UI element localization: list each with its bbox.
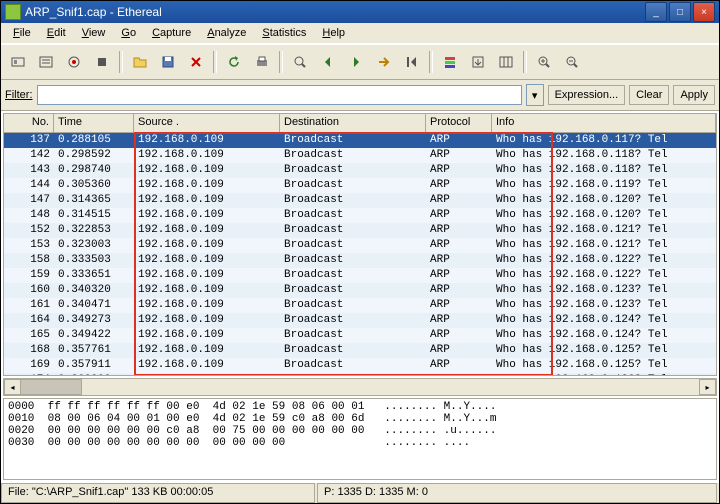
open-icon[interactable] [127, 49, 153, 75]
col-no[interactable]: No. [4, 114, 54, 132]
scroll-right-icon[interactable]: ▸ [699, 379, 716, 395]
col-info[interactable]: Info [492, 114, 716, 132]
clear-button[interactable]: Clear [629, 85, 669, 105]
toolbar [1, 44, 719, 80]
status-file: File: "C:\ARP_Snif1.cap" 133 KB 00:00:05 [1, 483, 315, 503]
find-icon[interactable] [287, 49, 313, 75]
table-row[interactable]: 1530.323003192.168.0.109BroadcastARPWho … [4, 238, 716, 253]
save-icon[interactable] [155, 49, 181, 75]
menu-capture[interactable]: Capture [144, 25, 199, 41]
menu-bar: File Edit View Go Capture Analyze Statis… [1, 23, 719, 44]
filter-bar: Filter: ▾ Expression... Clear Apply [1, 80, 719, 111]
apply-button[interactable]: Apply [673, 85, 715, 105]
h-scrollbar[interactable]: ◂ ▸ [3, 378, 717, 396]
interfaces-icon[interactable] [5, 49, 31, 75]
resize-columns-icon[interactable] [493, 49, 519, 75]
autoscroll-icon[interactable] [465, 49, 491, 75]
menu-go[interactable]: Go [113, 25, 144, 41]
zoom-in-icon[interactable] [531, 49, 557, 75]
stop-capture-icon[interactable] [89, 49, 115, 75]
colorize-icon[interactable] [437, 49, 463, 75]
filter-label: Filter: [5, 89, 33, 101]
expression-button[interactable]: Expression... [548, 85, 626, 105]
goto-icon[interactable] [371, 49, 397, 75]
scroll-thumb[interactable] [20, 379, 82, 395]
next-icon[interactable] [343, 49, 369, 75]
close-button[interactable]: × [693, 2, 715, 22]
table-row[interactable]: 1440.305360192.168.0.109BroadcastARPWho … [4, 178, 716, 193]
table-row[interactable]: 1420.298592192.168.0.109BroadcastARPWho … [4, 148, 716, 163]
go-first-icon[interactable] [399, 49, 425, 75]
menu-file[interactable]: File [5, 25, 39, 41]
table-row[interactable]: 1650.349422192.168.0.109BroadcastARPWho … [4, 328, 716, 343]
options-icon[interactable] [33, 49, 59, 75]
prev-icon[interactable] [315, 49, 341, 75]
print-icon[interactable] [249, 49, 275, 75]
filter-input[interactable] [37, 85, 522, 105]
table-row[interactable]: 1580.333503192.168.0.109BroadcastARPWho … [4, 253, 716, 268]
hex-view[interactable]: 0000 ff ff ff ff ff ff 00 e0 4d 02 1e 59… [3, 398, 717, 480]
menu-edit[interactable]: Edit [39, 25, 74, 41]
table-row[interactable]: 1740.368900192.168.0.109BroadcastARPWho … [4, 373, 716, 376]
table-row[interactable]: 1520.322853192.168.0.109BroadcastARPWho … [4, 223, 716, 238]
table-row[interactable]: 1480.314515192.168.0.109BroadcastARPWho … [4, 208, 716, 223]
table-row[interactable]: 1610.340471192.168.0.109BroadcastARPWho … [4, 298, 716, 313]
menu-analyze[interactable]: Analyze [199, 25, 254, 41]
table-row[interactable]: 1690.357911192.168.0.109BroadcastARPWho … [4, 358, 716, 373]
status-bar: File: "C:\ARP_Snif1.cap" 133 KB 00:00:05… [1, 482, 719, 503]
table-row[interactable]: 1590.333651192.168.0.109BroadcastARPWho … [4, 268, 716, 283]
window-title: ARP_Snif1.cap - Ethereal [25, 5, 643, 19]
start-capture-icon[interactable] [61, 49, 87, 75]
col-source[interactable]: Source . [134, 114, 280, 132]
table-row[interactable]: 1430.298740192.168.0.109BroadcastARPWho … [4, 163, 716, 178]
menu-help[interactable]: Help [314, 25, 353, 41]
scroll-left-icon[interactable]: ◂ [4, 379, 21, 395]
table-row[interactable]: 1640.349273192.168.0.109BroadcastARPWho … [4, 313, 716, 328]
table-row[interactable]: 1470.314365192.168.0.109BroadcastARPWho … [4, 193, 716, 208]
maximize-button[interactable]: □ [669, 2, 691, 22]
col-destination[interactable]: Destination [280, 114, 426, 132]
minimize-button[interactable]: _ [645, 2, 667, 22]
table-row[interactable]: 1370.288105192.168.0.109BroadcastARPWho … [4, 133, 716, 148]
col-protocol[interactable]: Protocol [426, 114, 492, 132]
packet-list[interactable]: No. Time Source . Destination Protocol I… [3, 113, 717, 376]
col-time[interactable]: Time [54, 114, 134, 132]
reload-icon[interactable] [221, 49, 247, 75]
table-row[interactable]: 1680.357761192.168.0.109BroadcastARPWho … [4, 343, 716, 358]
zoom-out-icon[interactable] [559, 49, 585, 75]
app-icon [5, 4, 21, 20]
menu-view[interactable]: View [74, 25, 114, 41]
title-bar: ARP_Snif1.cap - Ethereal _ □ × [1, 1, 719, 23]
table-row[interactable]: 1600.340320192.168.0.109BroadcastARPWho … [4, 283, 716, 298]
status-packets: P: 1335 D: 1335 M: 0 [317, 483, 717, 503]
filter-dropdown-icon[interactable]: ▾ [526, 84, 544, 106]
packet-list-header: No. Time Source . Destination Protocol I… [4, 114, 716, 133]
menu-statistics[interactable]: Statistics [254, 25, 314, 41]
close-file-icon[interactable] [183, 49, 209, 75]
